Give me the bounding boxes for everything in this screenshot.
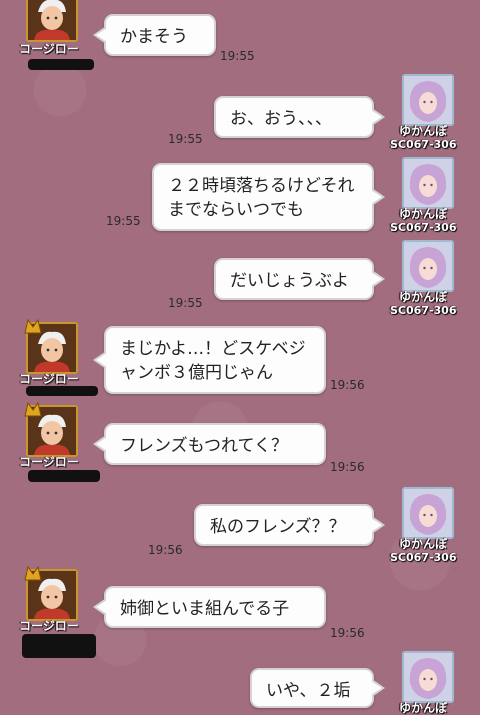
chat-bubble[interactable]: 姉御といま組んでる子	[93, 586, 326, 628]
redaction-mark	[22, 634, 96, 658]
chat-bubble[interactable]: ２２時頃落ちるけどそれまでならいつでも	[152, 163, 385, 231]
sender-name: ゆかんぼ	[399, 124, 448, 138]
chat-bubble[interactable]: まじかよ…！どスケベジャンボ３億円じゃん	[93, 326, 326, 394]
chat-bubble[interactable]: フレンズもつれてく？	[93, 423, 326, 465]
sender-code: SC067-306	[390, 551, 457, 564]
message-time: 19:55	[168, 132, 203, 146]
yukanbo-avatar-icon[interactable]	[402, 651, 454, 703]
message-time: 19:55	[220, 49, 255, 63]
redaction-mark	[26, 386, 98, 396]
yukanbo-avatar-icon[interactable]	[402, 157, 454, 209]
rank-badge-icon	[24, 318, 42, 334]
message-time: 19:55	[168, 296, 203, 310]
chat-bubble[interactable]: 私のフレンズ？？	[194, 504, 385, 546]
message-time: 19:55	[106, 214, 141, 228]
redaction-mark	[28, 59, 94, 70]
chat-bubble[interactable]: いや、２垢	[250, 668, 385, 708]
sender-code: SC067-306	[390, 221, 457, 234]
chat-bubble[interactable]: だいじょうぶよ	[214, 258, 385, 300]
sender-name: ゆかんぼ	[399, 290, 448, 304]
chat-bubble[interactable]: かまそう	[93, 14, 216, 56]
kojiro-avatar-icon[interactable]	[26, 0, 78, 42]
sender-name: コージロー	[19, 619, 79, 633]
yukanbo-avatar-icon[interactable]	[402, 487, 454, 539]
message-time: 19:56	[330, 460, 365, 474]
redaction-mark	[28, 470, 100, 482]
sender-name: ゆかんぼ	[399, 701, 448, 715]
yukanbo-avatar-icon[interactable]	[402, 240, 454, 292]
chat-bubble[interactable]: お、おう、、、	[214, 96, 385, 138]
message-time: 19:56	[330, 626, 365, 640]
rank-badge-icon	[24, 401, 42, 417]
sender-name: コージロー	[19, 455, 79, 469]
sender-name: ゆかんぼ	[399, 537, 448, 551]
message-time: 19:56	[148, 543, 183, 557]
sender-name: コージロー	[19, 372, 79, 386]
message-time: 19:56	[330, 378, 365, 392]
yukanbo-avatar-icon[interactable]	[402, 74, 454, 126]
sender-name: ゆかんぼ	[399, 207, 448, 221]
sender-name: コージロー	[19, 42, 79, 56]
rank-badge-icon	[24, 565, 42, 581]
sender-code: SC067-306	[390, 304, 457, 317]
sender-code: SC067-306	[390, 138, 457, 151]
